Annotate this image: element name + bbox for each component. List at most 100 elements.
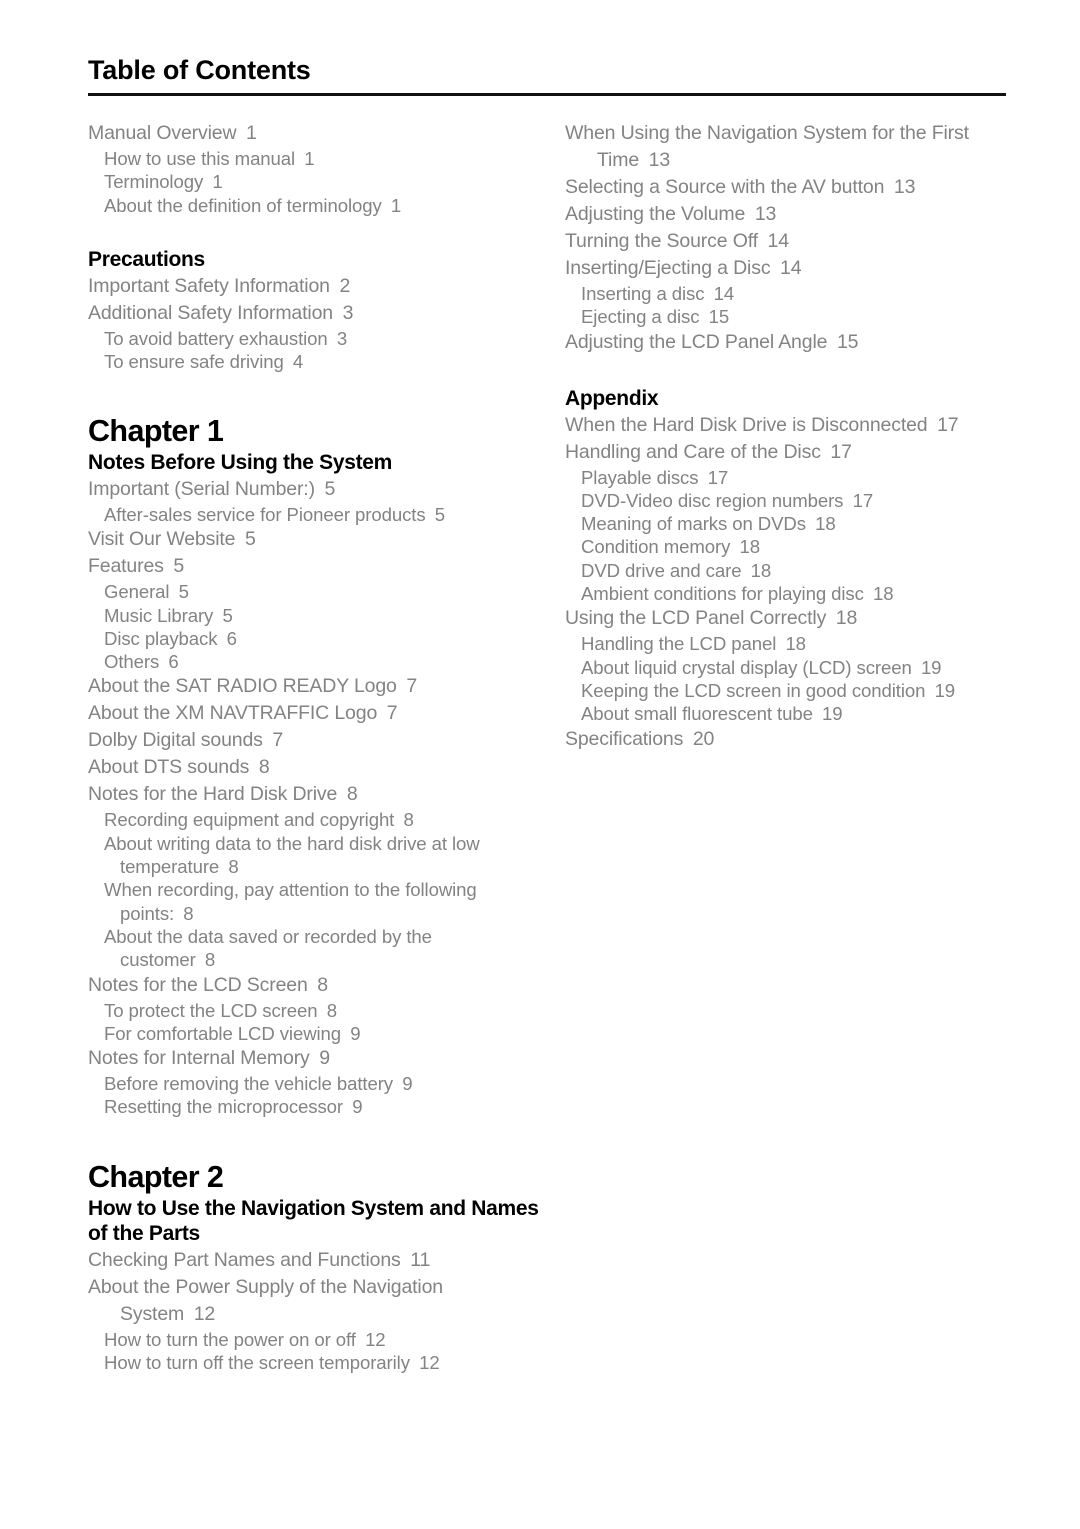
toc-entry-label: Inserting/Ejecting a Disc — [565, 257, 771, 279]
toc-entry-page-number: 12 — [193, 1302, 216, 1325]
toc-entry-label: Additional Safety Information — [88, 301, 333, 324]
toc-entry-manual-overview[interactable]: Manual Overview 1 — [88, 120, 540, 147]
toc-entry-notes-for-internal-memory[interactable]: Notes for Internal Memory 9 — [88, 1045, 540, 1072]
toc-entry-label: Checking Part Names and Functions — [88, 1248, 401, 1271]
toc-entry-selecting-a-source-with-the-av-button[interactable]: Selecting a Source with the AV button 13 — [565, 174, 1007, 201]
toc-entry-about-liquid-crystal-display-lcd-screen[interactable]: About liquid crystal display (LCD) scree… — [581, 656, 1007, 679]
toc-entry-about-dts-sounds[interactable]: About DTS sounds 8 — [88, 754, 540, 781]
toc-entry-label: Playable discs — [581, 466, 699, 488]
toc-entry-label: When the Hard Disk Drive is Disconnected — [565, 413, 928, 436]
toc-entry-about-the-data-saved-or-recorded-by-the[interactable]: About the data saved or recorded by the c… — [104, 925, 540, 972]
toc-entry-resetting-the-microprocessor[interactable]: Resetting the microprocessor 9 — [104, 1095, 540, 1118]
toc-entry-music-library[interactable]: Music Library 5 — [104, 604, 540, 627]
toc-entry-terminology[interactable]: Terminology 1 — [104, 170, 540, 193]
title-divider — [88, 93, 1006, 96]
toc-entry-label: Others — [104, 651, 160, 673]
toc-entry-about-small-fluorescent-tube[interactable]: About small fluorescent tube 19 — [581, 702, 1007, 725]
toc-entry-page-number: 5 — [173, 555, 185, 578]
toc-entry-label: DVD drive and care — [581, 559, 742, 581]
toc-entry-continuation-label: points: — [120, 902, 175, 924]
toc-entry-meaning-of-marks-on-dvds[interactable]: Meaning of marks on DVDs 18 — [581, 512, 1007, 535]
toc-entry-features[interactable]: Features 5 — [88, 553, 540, 580]
toc-entry-disc-playback[interactable]: Disc playback 6 — [104, 627, 540, 650]
toc-entry-condition-memory[interactable]: Condition memory 18 — [581, 535, 1007, 558]
toc-entry-inserting-ejecting-a-disc[interactable]: Inserting/Ejecting a Disc 14 — [565, 255, 1007, 282]
toc-entry-to-protect-the-lcd-screen[interactable]: To protect the LCD screen 8 — [104, 999, 540, 1022]
toc-entry-notes-for-the-lcd-screen[interactable]: Notes for the LCD Screen 8 — [88, 972, 540, 999]
toc-entry-additional-safety-information[interactable]: Additional Safety Information 3 — [88, 300, 540, 327]
toc-entry-important-safety-information[interactable]: Important Safety Information 2 — [88, 273, 540, 300]
toc-entry-important-serial-number[interactable]: Important (Serial Number:) 5 — [88, 476, 540, 503]
toc-entry-label: After-sales service for Pioneer products — [104, 503, 426, 525]
toc-entry-page-number: 8 — [204, 949, 216, 971]
toc-entry-how-to-turn-the-power-on-or-off[interactable]: How to turn the power on or off 12 — [104, 1328, 540, 1351]
toc-entry-ejecting-a-disc[interactable]: Ejecting a disc 15 — [581, 305, 1007, 328]
toc-entry-when-using-the-navigation-system-for-the-fir[interactable]: When Using the Navigation System for the… — [565, 120, 1007, 174]
toc-entry-about-the-sat-radio-ready-logo[interactable]: About the SAT RADIO READY Logo 7 — [88, 673, 540, 700]
toc-entry-for-comfortable-lcd-viewing[interactable]: For comfortable LCD viewing 9 — [104, 1022, 540, 1045]
toc-entry-continuation: customer 8 — [120, 948, 540, 971]
toc-entry-page-number: 6 — [168, 651, 179, 673]
toc-entry-label: About writing data to the hard disk driv… — [104, 832, 480, 854]
toc-entry-label: To ensure safe driving — [104, 351, 284, 373]
toc-entry-adjusting-the-volume[interactable]: Adjusting the Volume 13 — [565, 201, 1007, 228]
toc-entry-page-number: 17 — [852, 489, 874, 511]
toc-entry-visit-our-website[interactable]: Visit Our Website 5 — [88, 526, 540, 553]
toc-entry-page-number: 6 — [226, 627, 237, 649]
toc-entry-before-removing-the-vehicle-battery[interactable]: Before removing the vehicle battery 9 — [104, 1072, 540, 1095]
toc-entry-specifications[interactable]: Specifications 20 — [565, 726, 1007, 753]
toc-entry-to-ensure-safe-driving[interactable]: To ensure safe driving 4 — [104, 350, 540, 373]
toc-entry-using-the-lcd-panel-correctly[interactable]: Using the LCD Panel Correctly 18 — [565, 605, 1007, 632]
toc-entry-page-number: 8 — [403, 809, 414, 831]
toc-entry-label: Notes for the LCD Screen — [88, 973, 308, 996]
toc-entry-dolby-digital-sounds[interactable]: Dolby Digital sounds 7 — [88, 727, 540, 754]
toc-entry-handling-and-care-of-the-disc[interactable]: Handling and Care of the Disc 17 — [565, 439, 1007, 466]
toc-entry-label: Before removing the vehicle battery — [104, 1073, 393, 1095]
toc-entry-keeping-the-lcd-screen-in-good-condition[interactable]: Keeping the LCD screen in good condition… — [581, 679, 1007, 702]
toc-entry-page-number: 1 — [304, 148, 315, 169]
toc-entry-page-number: 12 — [419, 1352, 440, 1374]
toc-entry-page-number: 8 — [317, 973, 328, 996]
toc-entry-when-recording-pay-attention-to-the-followin[interactable]: When recording, pay attention to the fol… — [104, 878, 540, 925]
toc-entry-about-the-definition-of-terminology[interactable]: About the definition of terminology 1 — [104, 194, 540, 217]
toc-entry-label: Inserting a disc — [581, 283, 705, 304]
toc-entry-turning-the-source-off[interactable]: Turning the Source Off 14 — [565, 228, 1007, 255]
toc-entry-notes-for-the-hard-disk-drive[interactable]: Notes for the Hard Disk Drive 8 — [88, 781, 540, 808]
toc-entry-about-writing-data-to-the-hard-disk-drive-at[interactable]: About writing data to the hard disk driv… — [104, 832, 540, 879]
toc-entry-page-number: 19 — [934, 679, 956, 701]
toc-entry-after-sales-service-for-pioneer-products[interactable]: After-sales service for Pioneer products… — [104, 503, 540, 526]
toc-entry-page-number: 5 — [434, 503, 445, 525]
toc-entry-dvd-video-disc-region-numbers[interactable]: DVD-Video disc region numbers 17 — [581, 489, 1007, 512]
toc-entry-label: Ejecting a disc — [581, 306, 700, 328]
toc-entry-playable-discs[interactable]: Playable discs 17 — [581, 466, 1007, 489]
toc-entry-continuation-label: customer — [120, 949, 196, 971]
toc-entry-about-the-power-supply-of-the-navigation[interactable]: About the Power Supply of the Navigation… — [88, 1274, 540, 1328]
toc-entry-how-to-use-this-manual[interactable]: How to use this manual 1 — [104, 147, 540, 170]
toc-entry-label: How to turn off the screen temporarily — [104, 1352, 410, 1374]
toc-entry-others[interactable]: Others 6 — [104, 650, 540, 673]
toc-page: Table of Contents Manual Overview 1 How t… — [0, 0, 1080, 1529]
toc-entry-about-the-xm-navtraffic-logo[interactable]: About the XM NAVTRAFFIC Logo 7 — [88, 700, 540, 727]
toc-entry-when-the-hard-disk-drive-is-disconnected[interactable]: When the Hard Disk Drive is Disconnected… — [565, 412, 1007, 439]
toc-entry-ambient-conditions-for-playing-disc[interactable]: Ambient conditions for playing disc 18 — [581, 582, 1007, 605]
chapter-title-notes-before-using-the-system: Notes Before Using the System — [88, 451, 393, 475]
toc-entry-how-to-turn-off-the-screen-temporarily[interactable]: How to turn off the screen temporarily 1… — [104, 1351, 540, 1374]
toc-entry-checking-part-names-and-functions[interactable]: Checking Part Names and Functions 11 — [88, 1247, 540, 1274]
toc-entry-label: Handling and Care of the Disc — [565, 440, 821, 463]
toc-entry-page-number: 7 — [272, 729, 284, 752]
toc-entry-inserting-a-disc[interactable]: Inserting a disc 14 — [581, 282, 1007, 305]
toc-entry-handling-the-lcd-panel[interactable]: Handling the LCD panel 18 — [581, 632, 1007, 655]
toc-entry-page-number: 5 — [244, 528, 256, 551]
toc-entry-page-number: 9 — [319, 1047, 330, 1070]
toc-entry-recording-equipment-and-copyright[interactable]: Recording equipment and copyright 8 — [104, 808, 540, 831]
toc-entry-label: About the XM NAVTRAFFIC Logo — [88, 702, 378, 725]
toc-entry-page-number: 5 — [324, 477, 336, 500]
toc-entry-to-avoid-battery-exhaustion[interactable]: To avoid battery exhaustion 3 — [104, 327, 540, 350]
toc-entry-label: Handling the LCD panel — [581, 633, 777, 655]
toc-entry-dvd-drive-and-care[interactable]: DVD drive and care 18 — [581, 559, 1007, 582]
toc-entry-general[interactable]: General 5 — [104, 580, 540, 603]
toc-entry-label: Selecting a Source with the AV button — [565, 176, 885, 198]
toc-entry-label: Terminology — [104, 171, 204, 193]
toc-entry-label: Important (Serial Number:) — [88, 477, 315, 500]
toc-entry-adjusting-the-lcd-panel-angle[interactable]: Adjusting the LCD Panel Angle 15 — [565, 329, 1007, 356]
